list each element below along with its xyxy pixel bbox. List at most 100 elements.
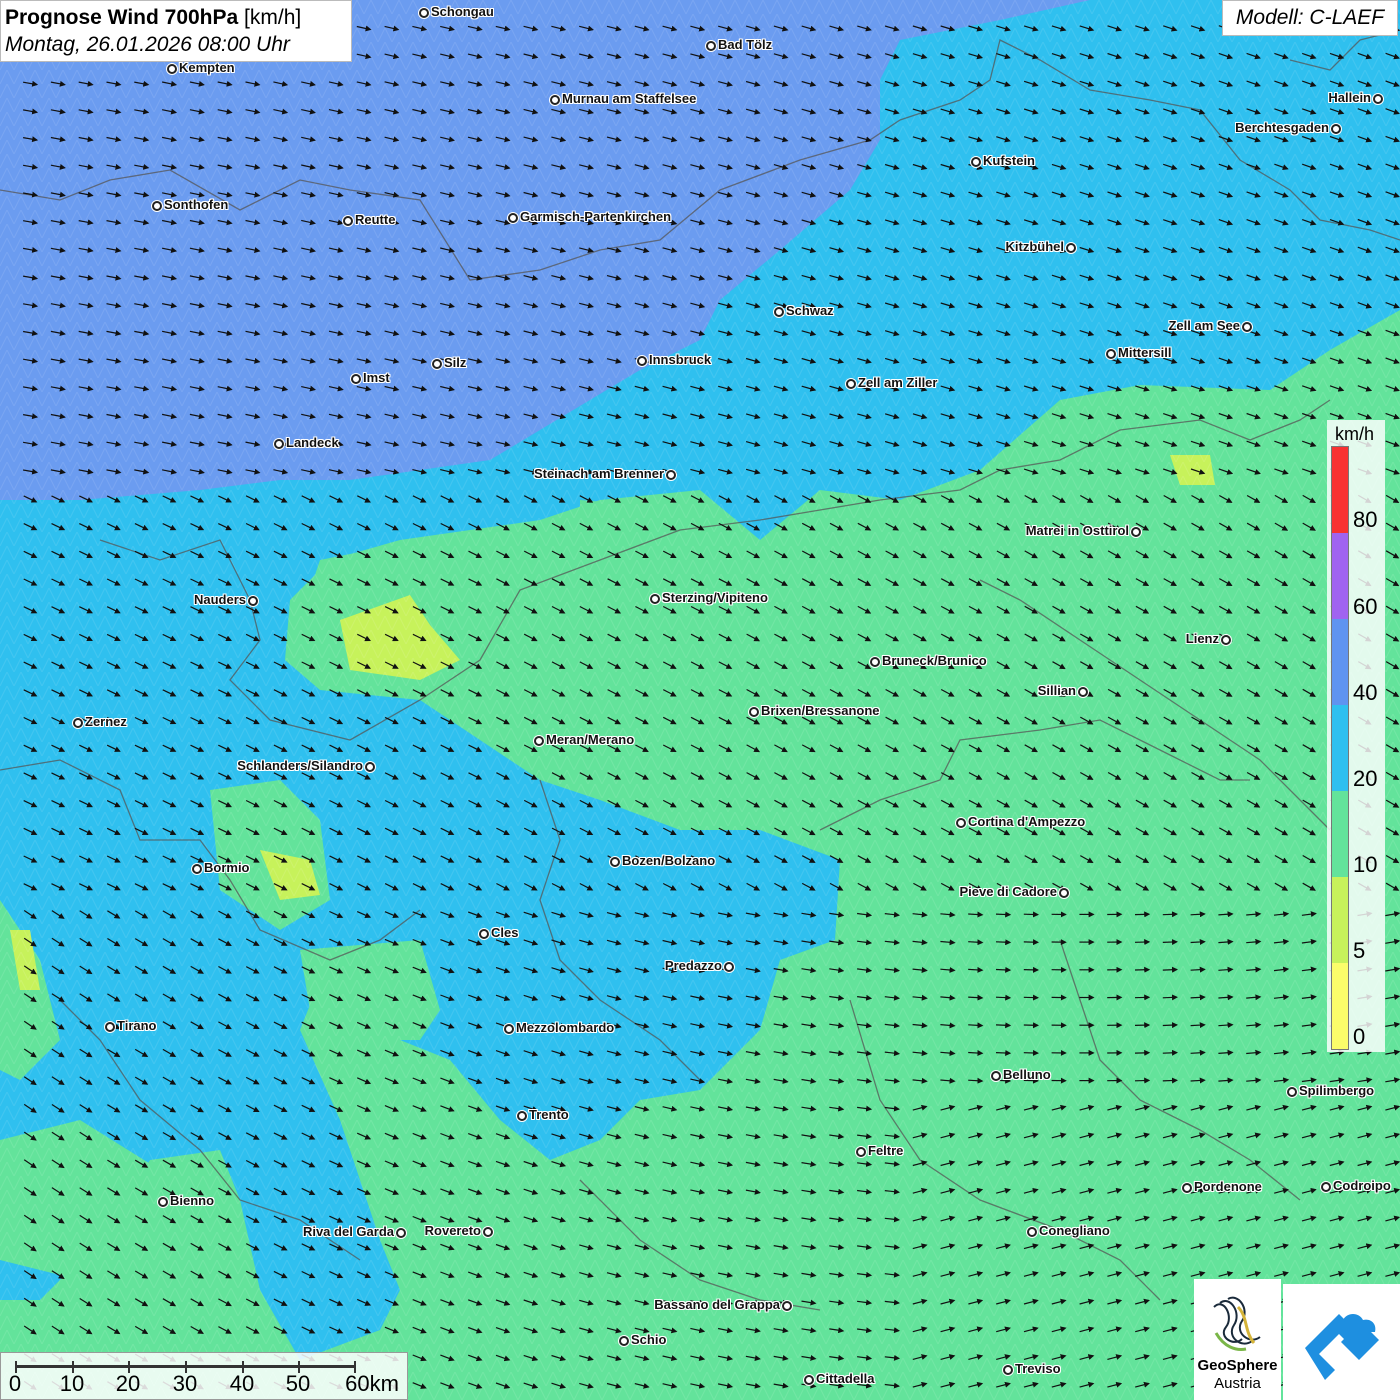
city-label: Steinach am Brenner [533, 466, 664, 481]
city-marker: Spilimbergo [1285, 1083, 1374, 1099]
legend-tick-80: 80 [1353, 507, 1378, 532]
city-marker: Brixen/Bressanone [747, 703, 880, 719]
city-dot-icon [782, 1301, 792, 1311]
city-dot-icon [870, 657, 880, 667]
city-marker: Trento [515, 1107, 569, 1123]
city-label: Codroipo [1333, 1178, 1391, 1193]
city-dot-icon [534, 736, 544, 746]
city-marker: Tirano [103, 1018, 157, 1034]
legend-tick-10: 10 [1353, 852, 1378, 877]
city-dot-icon [1066, 243, 1076, 253]
city-label: Tirano [117, 1018, 157, 1033]
scale-label-20: 20 [115, 1371, 141, 1396]
city-marker: Kufstein [969, 153, 1035, 169]
city-dot-icon [1003, 1365, 1013, 1375]
city-dot-icon [1287, 1087, 1297, 1097]
city-marker: Bienno [156, 1193, 214, 1209]
city-dot-icon [550, 95, 560, 105]
city-dot-icon [508, 213, 518, 223]
city-label: Bormio [204, 860, 250, 875]
city-dot-icon [637, 356, 647, 366]
city-label: Zell am See [1168, 318, 1240, 333]
legend-tick-0: 0 [1353, 1024, 1366, 1049]
city-dot-icon [365, 762, 375, 772]
city-dot-icon [1182, 1183, 1192, 1193]
legend-band-60 [1332, 533, 1348, 619]
city-dot-icon [152, 201, 162, 211]
city-marker: Meran/Merano [532, 732, 634, 748]
city-dot-icon [804, 1375, 814, 1385]
city-label: Belluno [1003, 1067, 1051, 1082]
city-dot-icon [351, 374, 361, 384]
legend-tick-5: 5 [1353, 938, 1366, 963]
legend-band-5 [1332, 877, 1348, 963]
city-label: Brixen/Bressanone [761, 703, 880, 718]
city-dot-icon [846, 379, 856, 389]
city-label: Innsbruck [649, 352, 712, 367]
city-marker: Schongau [417, 4, 494, 20]
city-marker: Bassano del Grappa [654, 1297, 794, 1313]
city-marker: Mezzolombardo [502, 1020, 614, 1036]
city-label: Schwaz [786, 303, 834, 318]
city-label: Conegliano [1039, 1223, 1110, 1238]
city-label: Landeck [286, 435, 339, 450]
city-dot-icon [749, 707, 759, 717]
city-dot-icon [610, 857, 620, 867]
city-marker: Schio [617, 1332, 666, 1348]
city-dot-icon [1331, 124, 1341, 134]
weather-map[interactable]: Prognose Wind 700hPa [km/h] Montag, 26.0… [0, 0, 1400, 1400]
city-dot-icon [1242, 322, 1252, 332]
city-marker: Cittadella [802, 1371, 875, 1387]
city-dot-icon [1078, 687, 1088, 697]
city-marker: Landeck [272, 435, 339, 451]
scale-label-50: 50 [285, 1371, 311, 1396]
city-marker: Sonthofen [150, 197, 228, 213]
city-label: Cles [491, 925, 519, 940]
city-dot-icon [504, 1024, 514, 1034]
city-label: Bozen/Bolzano [622, 853, 716, 868]
city-label: Berchtesgaden [1235, 120, 1329, 135]
legend-band-20 [1332, 705, 1348, 791]
city-dot-icon [432, 359, 442, 369]
model-label: Modell: C-LAEF [1222, 0, 1398, 36]
city-dot-icon [971, 157, 981, 167]
map-title-box: Prognose Wind 700hPa [km/h] Montag, 26.0… [0, 0, 352, 62]
legend-band-10 [1332, 791, 1348, 877]
city-label: Spilimbergo [1299, 1083, 1375, 1098]
city-dot-icon [991, 1071, 1001, 1081]
scale-bar: 0 10 20 30 40 50 60km [0, 1352, 408, 1400]
city-dot-icon [248, 596, 258, 606]
city-label: Reutte [355, 212, 396, 227]
legend-color-bar [1331, 446, 1349, 1050]
city-label: Cittadella [816, 1371, 875, 1386]
city-label: Kitzbühel [1005, 239, 1065, 254]
city-dot-icon [1131, 527, 1141, 537]
city-label: Treviso [1015, 1361, 1061, 1376]
geosphere-logo[interactable]: GeoSphere Austria [1194, 1279, 1281, 1400]
legend-band-0 [1332, 963, 1348, 1049]
weather-app-logo[interactable] [1283, 1284, 1400, 1400]
city-marker: Schwaz [772, 303, 834, 319]
scale-label-60km: 60km [345, 1371, 399, 1396]
geosphere-name: GeoSphere [1197, 1357, 1278, 1374]
city-dot-icon [706, 41, 716, 51]
city-marker: Pieve di Cadore [959, 884, 1071, 900]
city-marker: Feltre [854, 1143, 903, 1159]
city-marker: Schlanders/Silandro [237, 758, 377, 774]
city-marker: Conegliano [1025, 1223, 1110, 1239]
city-label: Mittersill [1118, 345, 1172, 360]
city-marker: Nauders [194, 592, 260, 608]
city-dot-icon [1321, 1182, 1331, 1192]
legend-tick-20: 20 [1353, 766, 1378, 791]
city-dot-icon [274, 439, 284, 449]
city-label: Meran/Merano [546, 732, 635, 747]
scale-label-10: 10 [59, 1371, 85, 1396]
city-marker: Pordenone [1180, 1179, 1262, 1195]
city-label: Kufstein [983, 153, 1035, 168]
legend-band-40 [1332, 619, 1348, 705]
color-legend: km/h 80 60 40 20 10 5 0 [1327, 420, 1385, 1052]
city-dot-icon [1059, 888, 1069, 898]
city-marker: Riva del Garda [303, 1224, 408, 1240]
city-marker: Reutte [341, 212, 395, 228]
city-marker: Bad Tölz [704, 37, 772, 53]
